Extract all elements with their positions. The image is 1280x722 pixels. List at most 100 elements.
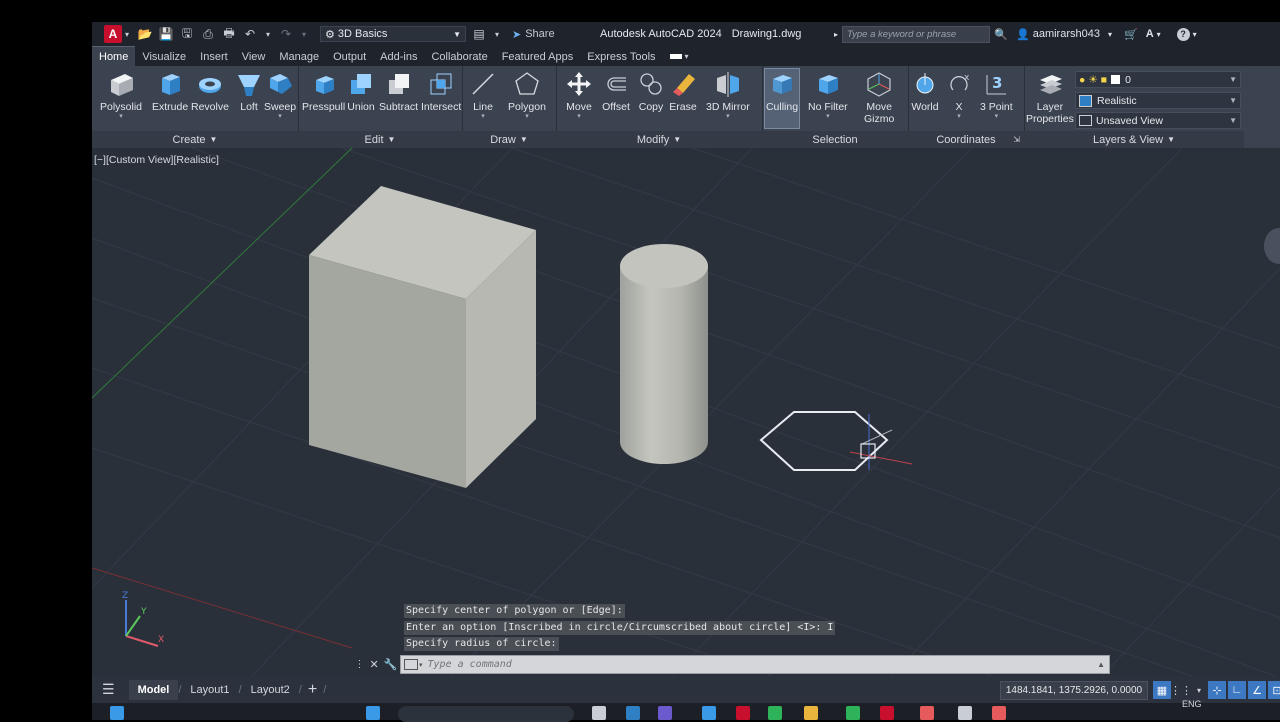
ortho-icon[interactable]: ∟ <box>1228 681 1246 699</box>
presspull-button[interactable]: Presspull <box>302 69 345 113</box>
world-button[interactable]: World <box>910 69 940 113</box>
store-icon[interactable] <box>846 706 860 720</box>
tab-add-ins[interactable]: Add-ins <box>373 47 424 66</box>
language-indicator[interactable]: ENG <box>1182 699 1202 709</box>
qa-customize-icon[interactable]: ▾ <box>493 27 501 41</box>
draw-panel-title[interactable]: Draw ▼ <box>462 131 556 148</box>
app-menu-button[interactable]: A <box>104 25 122 43</box>
offset-button[interactable]: Offset <box>601 69 631 113</box>
edge-icon[interactable] <box>626 706 640 720</box>
x-ucs-button[interactable]: x X ▾ <box>944 69 974 121</box>
infer-icon[interactable]: ⊹ <box>1208 681 1226 699</box>
tab-collaborate[interactable]: Collaborate <box>424 47 494 66</box>
tab-model[interactable]: Model <box>128 679 179 700</box>
save-as-icon[interactable]: 🖫 <box>180 26 194 41</box>
customize-wrench-icon[interactable]: 🔧 <box>384 658 398 671</box>
teams-icon[interactable] <box>658 706 672 720</box>
user-caret-icon[interactable]: ▾ <box>1108 30 1112 39</box>
snap-icon[interactable]: ⋮⋮ <box>1170 681 1192 699</box>
save-icon[interactable]: 💾 <box>159 27 174 41</box>
move-button[interactable]: Move ▾ <box>564 69 594 121</box>
subtract-button[interactable]: Subtract <box>379 69 418 113</box>
tab-insert[interactable]: Insert <box>193 47 235 66</box>
add-layout-button[interactable]: + <box>308 681 317 699</box>
cart-icon[interactable]: 🛒 <box>1124 28 1138 41</box>
loft-button[interactable]: Loft <box>234 69 264 113</box>
line-button[interactable]: Line ▾ <box>468 69 498 121</box>
tab-manage[interactable]: Manage <box>272 47 326 66</box>
coordinates-display[interactable]: 1484.1841, 1375.2926, 0.0000 <box>1000 681 1148 700</box>
polysolid-button[interactable]: Polysolid ▾ <box>100 69 142 121</box>
modify-panel-title[interactable]: Modify ▼ <box>556 131 762 148</box>
3-point-button[interactable]: 3 3 Point ▾ <box>980 69 1013 121</box>
open-icon[interactable]: 📂 <box>138 27 153 41</box>
chrome-icon[interactable] <box>768 706 782 720</box>
file-explorer-icon[interactable] <box>804 706 818 720</box>
no-filter-button[interactable]: No Filter ▾ <box>808 69 848 121</box>
task-view-icon[interactable] <box>592 706 606 720</box>
box-solid[interactable] <box>309 186 536 488</box>
publish-icon[interactable]: ⎙ <box>201 27 215 41</box>
windows-icon[interactable] <box>366 706 380 720</box>
help-icon[interactable]: ? <box>1176 27 1190 41</box>
command-input[interactable]: ▾ Type a command ▲ <box>400 655 1110 674</box>
recent-commands-icon[interactable] <box>404 659 418 670</box>
autodesk-caret-icon[interactable]: ▾ <box>1157 30 1161 39</box>
browser-icon[interactable] <box>920 706 934 720</box>
menu-icon[interactable]: ☰ <box>102 681 115 698</box>
tab-visualize[interactable]: Visualize <box>135 47 193 66</box>
app-menu-caret-icon[interactable]: ▾ <box>125 30 129 39</box>
revolve-button[interactable]: Revolve <box>191 69 229 113</box>
tab-view[interactable]: View <box>235 47 273 66</box>
share-button[interactable]: Share <box>525 28 554 40</box>
named-view-select[interactable]: Unsaved View ▼ <box>1075 112 1241 129</box>
workspace-select[interactable]: ⚙ 3D Basics ▼ <box>320 26 466 42</box>
snap-caret-icon[interactable]: ▾ <box>1190 681 1208 699</box>
autodesk-app-icon[interactable]: A <box>1146 28 1154 40</box>
erase-button[interactable]: Erase <box>668 69 698 113</box>
viewport-controls-label[interactable]: [−][Custom View][Realistic] <box>94 154 219 166</box>
layer-tools-icon[interactable]: ▤ <box>472 27 486 41</box>
tab-home[interactable]: Home <box>92 46 136 66</box>
ribbon-minimize-icon[interactable]: ▾ <box>663 47 696 66</box>
user-icon[interactable]: 👤 <box>1016 28 1030 41</box>
create-panel-title[interactable]: Create ▼ <box>92 131 298 148</box>
search-icon[interactable]: 🔍 <box>994 28 1008 41</box>
user-name[interactable]: aamirarsh043 <box>1033 28 1100 40</box>
grid-icon[interactable]: ▦ <box>1153 681 1171 699</box>
video-app-icon[interactable] <box>992 706 1006 720</box>
redo-icon[interactable]: ↷ <box>279 27 293 41</box>
grip-icon[interactable]: ⋮ <box>355 659 365 670</box>
culling-button[interactable]: Culling <box>764 68 800 129</box>
undo-caret-icon[interactable]: ▾ <box>264 27 272 41</box>
panel-launcher-icon[interactable]: ⇲ <box>1013 135 1020 144</box>
help-search-input[interactable]: Type a keyword or phrase <box>842 25 991 43</box>
autocad-taskbar-icon[interactable] <box>880 706 894 720</box>
polar-icon[interactable]: ∠ <box>1248 681 1266 699</box>
close-icon[interactable]: ✕ <box>370 658 379 671</box>
tab-layout1[interactable]: Layout1 <box>181 680 238 700</box>
move-gizmo-button[interactable]: Move Gizmo <box>864 69 894 125</box>
mail-icon[interactable] <box>702 706 716 720</box>
extrude-button[interactable]: Extrude <box>152 69 188 113</box>
union-button[interactable]: Union <box>346 69 376 113</box>
search-expand-icon[interactable]: ▸ <box>834 30 838 39</box>
share-icon[interactable]: ➤ <box>512 28 521 41</box>
3d-mirror-button[interactable]: 3D Mirror ▾ <box>706 69 750 121</box>
copy-button[interactable]: Copy <box>636 69 666 113</box>
tab-layout2[interactable]: Layout2 <box>242 680 299 700</box>
app-icon[interactable] <box>958 706 972 720</box>
start-icon[interactable] <box>110 706 124 720</box>
selection-panel-title[interactable]: Selection <box>762 131 908 148</box>
layer-select[interactable]: ● ☀ ■ 0 ▼ <box>1075 71 1241 88</box>
layer-properties-button[interactable]: Layer Properties <box>1026 69 1074 125</box>
layers-view-panel-title[interactable]: Layers & View ▼ <box>1024 131 1244 148</box>
recent-commands-caret-icon[interactable]: ▾ <box>419 661 423 669</box>
visual-style-select[interactable]: Realistic ▼ <box>1075 92 1241 109</box>
drawing-viewport[interactable]: [−][Custom View][Realistic] Z Y X Specif… <box>92 148 1280 676</box>
command-history-toggle-icon[interactable]: ▲ <box>1097 660 1105 669</box>
intersect-button[interactable]: Intersect <box>421 69 461 113</box>
tab-output[interactable]: Output <box>326 47 373 66</box>
coordinates-panel-title[interactable]: Coordinates ⇲ <box>908 131 1024 148</box>
sweep-button[interactable]: Sweep ▾ <box>264 69 296 121</box>
